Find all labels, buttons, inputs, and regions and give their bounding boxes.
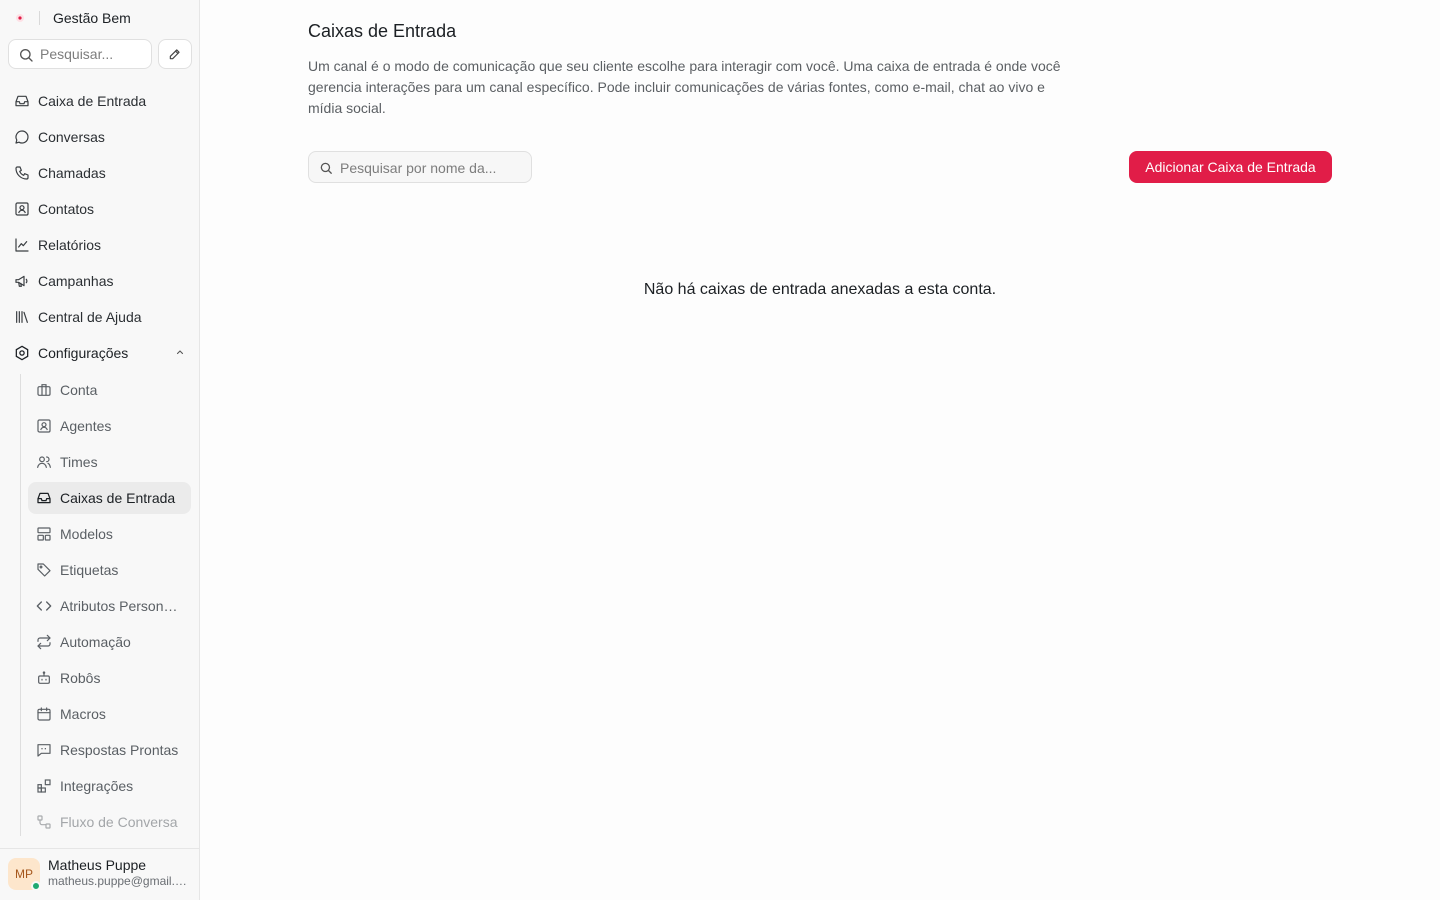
user-email: matheus.puppe@gmail.com — [48, 874, 192, 888]
settings-item-macros[interactable]: Macros — [28, 698, 191, 730]
settings-item-custom-attributes[interactable]: Atributos Personalizados — [28, 590, 191, 622]
settings-item-automation[interactable]: Automação — [28, 626, 191, 658]
inbox-search[interactable] — [308, 151, 532, 183]
contact-card-icon — [14, 201, 30, 217]
inbox-icon — [14, 93, 30, 109]
flow-icon — [36, 814, 52, 830]
tag-icon — [36, 562, 52, 578]
search-icon — [319, 161, 333, 175]
settings-item-label: Agentes — [60, 418, 112, 434]
nav-item-reports[interactable]: Relatórios — [8, 229, 192, 261]
nav-item-label: Campanhas — [38, 273, 114, 289]
settings-item-label: Caixas de Entrada — [60, 490, 176, 506]
settings-item-account[interactable]: Conta — [28, 374, 191, 406]
nav-item-calls[interactable]: Chamadas — [8, 157, 192, 189]
settings-item-label: Macros — [60, 706, 106, 722]
calendar-icon — [36, 706, 52, 722]
bot-icon — [36, 670, 52, 686]
settings-item-inboxes[interactable]: Caixas de Entrada — [28, 482, 191, 514]
nav-item-label: Central de Ajuda — [38, 309, 142, 325]
page-title: Caixas de Entrada — [308, 21, 457, 41]
agent-icon — [36, 418, 52, 434]
settings-item-label: Respostas Prontas — [60, 742, 179, 758]
quote-message-icon — [36, 742, 52, 758]
inbox-icon — [36, 490, 52, 506]
brand-logo-icon — [13, 11, 27, 25]
brand-divider — [39, 11, 40, 25]
nav-item-label: Caixa de Entrada — [38, 93, 147, 109]
settings-item-label: Etiquetas — [60, 562, 119, 578]
library-icon — [14, 309, 30, 325]
settings-item-label: Atributos Personalizados — [60, 598, 184, 614]
add-inbox-button[interactable]: Adicionar Caixa de Entrada — [1129, 151, 1332, 183]
nav-item-label: Configurações — [38, 345, 129, 361]
sidebar: Gestão Bem Caixa de Entrada Conversas Ch… — [0, 0, 200, 900]
page-description: Um canal é o modo de comunicação que seu… — [308, 58, 1061, 116]
settings-item-bots[interactable]: Robôs — [28, 662, 191, 694]
settings-tree-line — [20, 374, 21, 836]
settings-item-templates[interactable]: Modelos — [28, 518, 191, 550]
settings-item-agents[interactable]: Agentes — [28, 410, 191, 442]
chevron-up-icon[interactable] — [174, 346, 186, 358]
user-profile[interactable]: MP Matheus Puppe matheus.puppe@gmail.com — [0, 848, 200, 900]
settings-item-canned-responses[interactable]: Respostas Prontas — [28, 734, 191, 766]
nav-item-conversations[interactable]: Conversas — [8, 121, 192, 153]
megaphone-icon — [14, 273, 30, 289]
nav-item-contacts[interactable]: Contatos — [8, 193, 192, 225]
nav-item-campaigns[interactable]: Campanhas — [8, 265, 192, 297]
sidebar-search[interactable] — [8, 39, 152, 69]
code-icon — [36, 598, 52, 614]
chat-bubble-icon — [14, 129, 30, 145]
nav-item-settings[interactable]: Configurações — [8, 337, 192, 369]
settings-item-label: Robôs — [60, 670, 101, 686]
briefcase-icon — [36, 382, 52, 398]
nav-item-label: Conversas — [38, 129, 105, 145]
main-content: Caixas de Entrada Um canal é o modo de c… — [200, 0, 1440, 900]
settings-item-label: Modelos — [60, 526, 113, 542]
settings-item-teams[interactable]: Times — [28, 446, 191, 478]
nav-item-help-center[interactable]: Central de Ajuda — [8, 301, 192, 333]
settings-item-conversation-flow[interactable]: Fluxo de Conversa — [28, 806, 191, 838]
nav-item-label: Relatórios — [38, 237, 102, 253]
phone-icon — [14, 165, 30, 181]
settings-item-label: Times — [60, 454, 98, 470]
settings-item-labels[interactable]: Etiquetas — [28, 554, 191, 586]
user-name: Matheus Puppe — [48, 857, 147, 873]
inbox-search-input[interactable] — [340, 159, 524, 177]
settings-item-label: Integrações — [60, 778, 134, 794]
nav-item-label: Contatos — [38, 201, 95, 217]
search-icon — [18, 47, 34, 63]
pencil-icon — [168, 47, 182, 61]
account-name: Gestão Bem — [53, 10, 131, 26]
nav-item-label: Chamadas — [38, 165, 106, 181]
line-chart-icon — [14, 237, 30, 253]
sidebar-search-input[interactable] — [40, 45, 148, 63]
users-icon — [36, 454, 52, 470]
settings-item-label: Conta — [60, 382, 98, 398]
integrations-icon — [36, 778, 52, 794]
settings-item-label: Automação — [60, 634, 131, 650]
online-status-indicator — [31, 881, 41, 891]
settings-item-integrations[interactable]: Integrações — [28, 770, 191, 802]
repeat-icon — [36, 634, 52, 650]
compose-button[interactable] — [158, 39, 192, 69]
template-icon — [36, 526, 52, 542]
nav-item-inbox[interactable]: Caixa de Entrada — [8, 85, 192, 117]
empty-state-message: Não há caixas de entrada anexadas a esta… — [643, 281, 997, 298]
settings-item-label: Fluxo de Conversa — [60, 814, 178, 830]
settings-icon — [14, 345, 30, 361]
brand-header[interactable]: Gestão Bem — [0, 0, 200, 36]
